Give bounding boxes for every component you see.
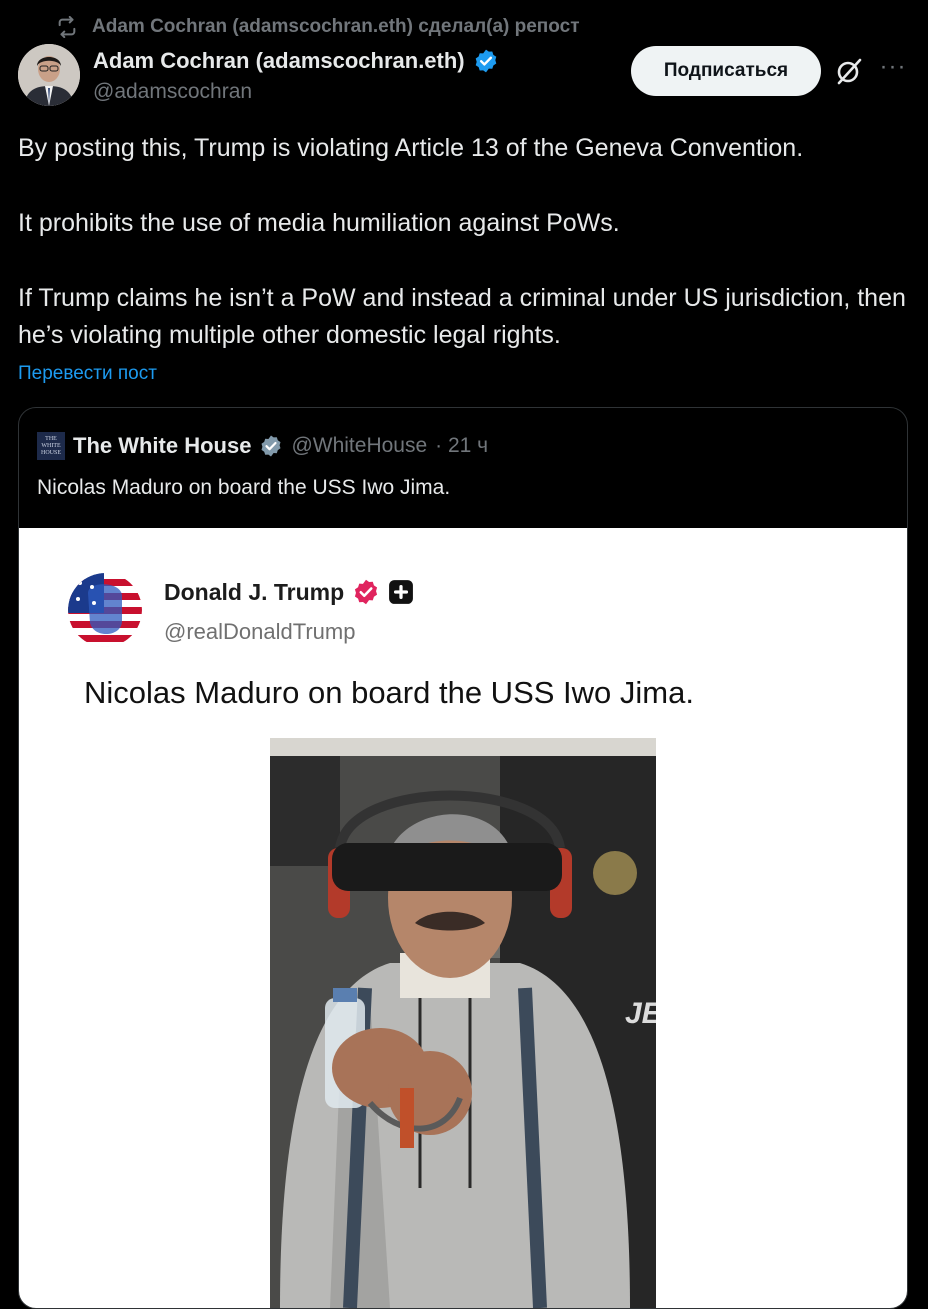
truth-social-badge-icon (389, 580, 414, 604)
trump-handle: @realDonaldTrump (164, 619, 356, 644)
trump-display-name: Donald J. Trump (164, 578, 345, 605)
quote-media-image[interactable]: Donald J. Trump @realDonaldTrump Nicolas… (19, 528, 907, 1308)
author-display-name: Adam Cochran (adamscochran.eth) (93, 48, 465, 73)
author-avatar[interactable] (18, 44, 80, 106)
gray-verified-badge-icon (261, 435, 281, 457)
quote-author-name[interactable]: The White House (73, 433, 251, 459)
tweet-paragraph: By posting this, Trump is violating Arti… (18, 134, 804, 162)
photo-shirt-text: JE (625, 997, 656, 1030)
verified-badge-icon (475, 49, 496, 73)
trump-name: Donald J. Trump (164, 578, 414, 606)
author-handle[interactable]: @adamscochran (93, 80, 252, 104)
trump-post-text: Nicolas Maduro on board the USS Iwo Jima… (84, 675, 694, 710)
trump-avatar (68, 573, 142, 647)
quote-author-handle[interactable]: @WhiteHouse (291, 434, 427, 458)
quote-timestamp[interactable]: · 21 ч (435, 434, 488, 458)
white-house-logo-text: THE WHITE HOUSE (41, 435, 62, 456)
quote-text: Nicolas Maduro on board the USS Iwo Jima… (37, 476, 451, 499)
tweet-paragraph: It prohibits the use of media humiliatio… (18, 209, 620, 237)
maduro-photo[interactable]: JE (270, 738, 656, 1308)
repost-indicator[interactable]: Adam Cochran (adamscochran.eth) сделал(а… (56, 14, 580, 40)
follow-button[interactable]: Подписаться (631, 46, 821, 96)
white-house-logo[interactable]: THE WHITE HOUSE (37, 432, 65, 460)
tweet-text: By posting this, Trump is violating Arti… (18, 130, 908, 354)
more-options-icon[interactable]: ··· (874, 54, 912, 86)
quote-header: THE WHITE HOUSE The White House @WhiteHo… (37, 432, 488, 460)
repost-label: Adam Cochran (adamscochran.eth) сделал(а… (92, 16, 580, 37)
pink-verified-badge-icon (355, 579, 378, 605)
translate-post-link[interactable]: Перевести пост (18, 363, 157, 385)
repost-icon (58, 16, 76, 38)
tweet-paragraph: If Trump claims he isn’t a PoW and inste… (18, 284, 906, 349)
quoted-tweet[interactable]: THE WHITE HOUSE The White House @WhiteHo… (18, 407, 908, 1309)
grok-icon[interactable] (834, 56, 864, 86)
author-name[interactable]: Adam Cochran (adamscochran.eth) (93, 48, 499, 74)
